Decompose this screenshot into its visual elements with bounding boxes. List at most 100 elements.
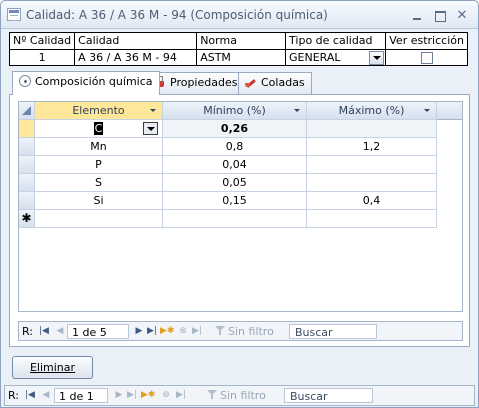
new-record-row[interactable]: ✱ [19, 210, 462, 228]
col-label-numero: Nº Calidad [8, 32, 76, 50]
row-selector[interactable] [19, 156, 35, 174]
form-navigation-bar: R: |◀ ◀ 1 de 1 ▶ ▶| ▶✱ ⊗ ▶| Sin filtro B… [4, 385, 475, 406]
last-record-icon[interactable]: ▶| [126, 388, 138, 403]
close-icon[interactable]: ✕ [451, 8, 473, 24]
window-title: Calidad: A 36 / A 36 M - 94 (Composición… [26, 8, 328, 22]
tab-label: Coladas [261, 76, 305, 89]
chevron-down-icon[interactable] [143, 122, 158, 135]
maximo-cell[interactable] [307, 174, 437, 192]
record-position-field[interactable]: 1 de 5 [67, 324, 129, 339]
filter-indicator[interactable]: Sin filtro [215, 324, 274, 339]
new-record-icon[interactable]: ▶✱ [160, 324, 174, 339]
filter-indicator[interactable]: Sin filtro [207, 388, 266, 403]
record-position-field[interactable]: 1 de 1 [54, 388, 108, 403]
row-selector[interactable] [19, 138, 35, 156]
table-row[interactable]: Mn 0,8 1,2 [19, 138, 462, 156]
col-header-elemento[interactable]: Elemento [35, 102, 163, 120]
tab-composicion-quimica[interactable]: Composición química [12, 71, 160, 95]
maximo-cell[interactable]: 1,2 [307, 138, 437, 156]
maximo-cell[interactable] [307, 156, 437, 174]
elemento-cell[interactable]: Si [35, 192, 163, 210]
row-selector[interactable] [19, 174, 35, 192]
elemento-cell[interactable]: S [35, 174, 163, 192]
new-record-icon[interactable]: ▶✱ [141, 388, 155, 403]
new-record-icon: ✱ [19, 210, 35, 228]
col-header-label: Elemento [72, 104, 125, 117]
last-record-icon[interactable]: ▶| [146, 324, 158, 339]
filter-label: Sin filtro [220, 389, 266, 402]
tipo-calidad-combo[interactable]: GENERAL [285, 48, 387, 66]
tab-label: Composición química [35, 75, 153, 88]
resize-icon[interactable]: ▶| [175, 388, 187, 403]
tipo-calidad-value: GENERAL [289, 50, 341, 64]
calidad-field[interactable]: A 36 / A 36 M - 94 [74, 48, 198, 66]
previous-record-icon[interactable]: ◀ [40, 388, 52, 403]
minimo-cell[interactable] [163, 210, 307, 228]
table-row[interactable]: C 0,26 [19, 120, 462, 138]
resize-icon[interactable]: ▶| [191, 324, 203, 339]
tab-coladas[interactable]: Coladas [238, 72, 312, 94]
col-header-maximo[interactable]: Máximo (%) [307, 102, 437, 120]
minimo-cell[interactable]: 0,8 [163, 138, 307, 156]
chevron-down-icon[interactable] [424, 109, 430, 112]
table-row[interactable]: S 0,05 [19, 174, 462, 192]
table-row[interactable]: P 0,04 [19, 156, 462, 174]
elemento-combo[interactable]: C [35, 120, 163, 138]
maximo-cell[interactable]: 0,4 [307, 192, 437, 210]
col-label-norma: Norma [196, 32, 287, 50]
row-selector[interactable] [19, 120, 35, 138]
composition-datasheet[interactable]: Elemento Mínimo (%) Máximo (%) C 0,26 Mn… [18, 101, 463, 312]
next-record-icon[interactable]: ▶ [113, 388, 125, 403]
col-header-label: Máximo (%) [338, 104, 405, 117]
row-selector[interactable] [19, 192, 35, 210]
select-all-corner[interactable] [19, 102, 35, 120]
elemento-cell: C [93, 122, 104, 135]
title-bar[interactable]: Calidad: A 36 / A 36 M - 94 (Composición… [1, 1, 478, 29]
chevron-down-icon[interactable] [369, 50, 385, 65]
atom-icon [19, 75, 31, 87]
ver-estriccion-cell [385, 48, 468, 66]
funnel-icon [207, 390, 217, 400]
col-header-label: Mínimo (%) [203, 104, 266, 117]
search-input[interactable]: Buscar [289, 324, 377, 339]
minimo-cell[interactable]: 0,05 [163, 174, 307, 192]
filter-label: Sin filtro [228, 325, 274, 338]
record-label: R: [22, 325, 34, 338]
numero-field[interactable]: 1 [8, 48, 76, 66]
previous-record-icon[interactable]: ◀ [54, 324, 66, 339]
elemento-cell[interactable]: P [35, 156, 163, 174]
elemento-cell[interactable] [35, 210, 163, 228]
next-record-icon[interactable]: ▶ [133, 324, 145, 339]
minimize-icon[interactable] [406, 8, 428, 24]
first-record-icon[interactable]: |◀ [24, 388, 36, 403]
col-label-tipo: Tipo de calidad [285, 32, 387, 50]
delete-record-icon[interactable]: ⊗ [160, 388, 172, 403]
table-row[interactable]: Si 0,15 0,4 [19, 192, 462, 210]
maximo-cell[interactable] [307, 120, 437, 138]
form-window: Calidad: A 36 / A 36 M - 94 (Composición… [0, 0, 479, 408]
delete-record-icon[interactable]: ⊗ [177, 324, 189, 339]
header-table: Nº Calidad Calidad Norma Tipo de calidad… [8, 32, 468, 66]
form-icon [7, 8, 21, 21]
ladle-icon [245, 76, 257, 88]
elemento-cell[interactable]: Mn [35, 138, 163, 156]
norma-field[interactable]: ASTM [196, 48, 287, 66]
record-label: R: [8, 389, 20, 402]
col-label-ver-estriccion: Ver estricción [385, 32, 468, 50]
chevron-down-icon[interactable] [150, 109, 156, 112]
tab-panel-composicion: Elemento Mínimo (%) Máximo (%) C 0,26 Mn… [9, 94, 470, 347]
maximize-icon[interactable] [429, 8, 451, 24]
tab-propiedades[interactable]: Propiedades [147, 72, 245, 94]
minimo-cell[interactable]: 0,26 [163, 120, 307, 138]
minimo-cell[interactable]: 0,04 [163, 156, 307, 174]
eliminar-button[interactable]: Eliminar [12, 356, 93, 379]
search-input[interactable]: Buscar [284, 388, 373, 403]
maximo-cell[interactable] [307, 210, 437, 228]
minimo-cell[interactable]: 0,15 [163, 192, 307, 210]
tab-label: Propiedades [170, 76, 238, 89]
ver-estriccion-checkbox[interactable] [420, 51, 433, 64]
col-header-minimo[interactable]: Mínimo (%) [163, 102, 307, 120]
col-label-calidad: Calidad [74, 32, 198, 50]
first-record-icon[interactable]: |◀ [38, 324, 50, 339]
chevron-down-icon[interactable] [294, 109, 300, 112]
